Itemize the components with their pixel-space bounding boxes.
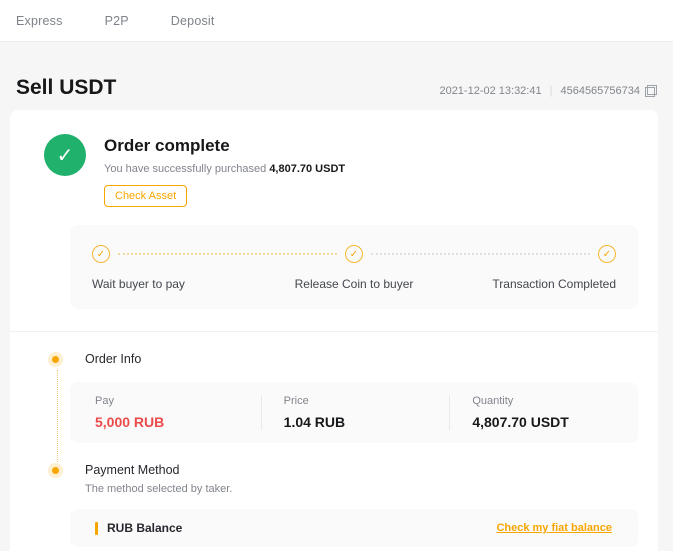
pay-field: Pay 5,000 RUB — [70, 395, 261, 430]
top-nav: Express P2P Deposit — [0, 0, 673, 42]
stepper-row: ✓ ✓ ✓ — [92, 245, 616, 263]
step3-label: Transaction Completed — [441, 277, 616, 291]
subtitle-amount: 4,807.70 USDT — [269, 163, 345, 175]
method-label: RUB Balance — [107, 521, 182, 535]
payment-method-subtitle: The method selected by taker. — [85, 483, 638, 495]
order-status-subtitle: You have successfully purchased 4,807.70… — [104, 163, 345, 175]
step2-check-icon: ✓ — [345, 245, 363, 263]
progress-stepper: ✓ ✓ ✓ Wait buyer to pay Release Coin to … — [70, 225, 638, 309]
meta-separator: | — [550, 85, 553, 97]
step3-check-icon: ✓ — [598, 245, 616, 263]
order-info-box: Pay 5,000 RUB Price 1.04 RUB Quantity 4,… — [70, 382, 638, 443]
price-field: Price 1.04 RUB — [261, 395, 450, 430]
check-fiat-balance-link[interactable]: Check my fiat balance — [496, 522, 612, 534]
step1-label: Wait buyer to pay — [92, 277, 267, 291]
step-connector-2 — [371, 253, 590, 255]
check-asset-button[interactable]: Check Asset — [104, 185, 187, 207]
payment-method-title: Payment Method — [85, 463, 638, 477]
payment-method-bullet-icon — [52, 467, 59, 474]
order-status-title: Order complete — [104, 134, 345, 156]
quantity-value: 4,807.70 USDT — [472, 414, 638, 430]
pay-label: Pay — [95, 395, 261, 407]
page-title: Sell USDT — [16, 76, 116, 100]
step2-label: Release Coin to buyer — [267, 277, 442, 291]
method-name: RUB Balance — [95, 521, 182, 535]
subtitle-text: You have successfully purchased — [104, 163, 266, 175]
order-status-section: ✓ Order complete You have successfully p… — [44, 134, 638, 207]
price-value: 1.04 RUB — [284, 414, 450, 430]
order-details-timeline: Order Info Pay 5,000 RUB Price 1.04 RUB … — [30, 332, 638, 547]
order-meta: 2021-12-02 13:32:41 | 4564565756734 — [439, 85, 657, 100]
payment-method-row: RUB Balance Check my fiat balance — [70, 509, 638, 547]
step1-check-icon: ✓ — [92, 245, 110, 263]
stepper-labels: Wait buyer to pay Release Coin to buyer … — [92, 277, 616, 291]
nav-item-express[interactable]: Express — [16, 14, 63, 28]
pay-value: 5,000 RUB — [95, 414, 261, 430]
quantity-label: Quantity — [472, 395, 638, 407]
method-accent-bar — [95, 522, 98, 535]
order-id: 4564565756734 — [560, 85, 640, 97]
page-header: Sell USDT 2021-12-02 13:32:41 | 45645657… — [0, 42, 673, 110]
order-info-section: Order Info Pay 5,000 RUB Price 1.04 RUB … — [30, 352, 638, 463]
copy-icon[interactable] — [645, 85, 657, 97]
order-info-title: Order Info — [85, 352, 638, 366]
timeline-connector — [57, 370, 58, 462]
nav-item-deposit[interactable]: Deposit — [171, 14, 215, 28]
payment-method-section: Payment Method The method selected by ta… — [30, 463, 638, 547]
success-check-icon: ✓ — [44, 134, 86, 176]
order-timestamp: 2021-12-02 13:32:41 — [439, 85, 541, 97]
order-info-bullet-icon — [52, 356, 59, 363]
quantity-field: Quantity 4,807.70 USDT — [449, 395, 638, 430]
nav-item-p2p[interactable]: P2P — [105, 14, 129, 28]
step-connector-1 — [118, 253, 337, 255]
price-label: Price — [284, 395, 450, 407]
order-card: ✓ Order complete You have successfully p… — [10, 110, 658, 551]
